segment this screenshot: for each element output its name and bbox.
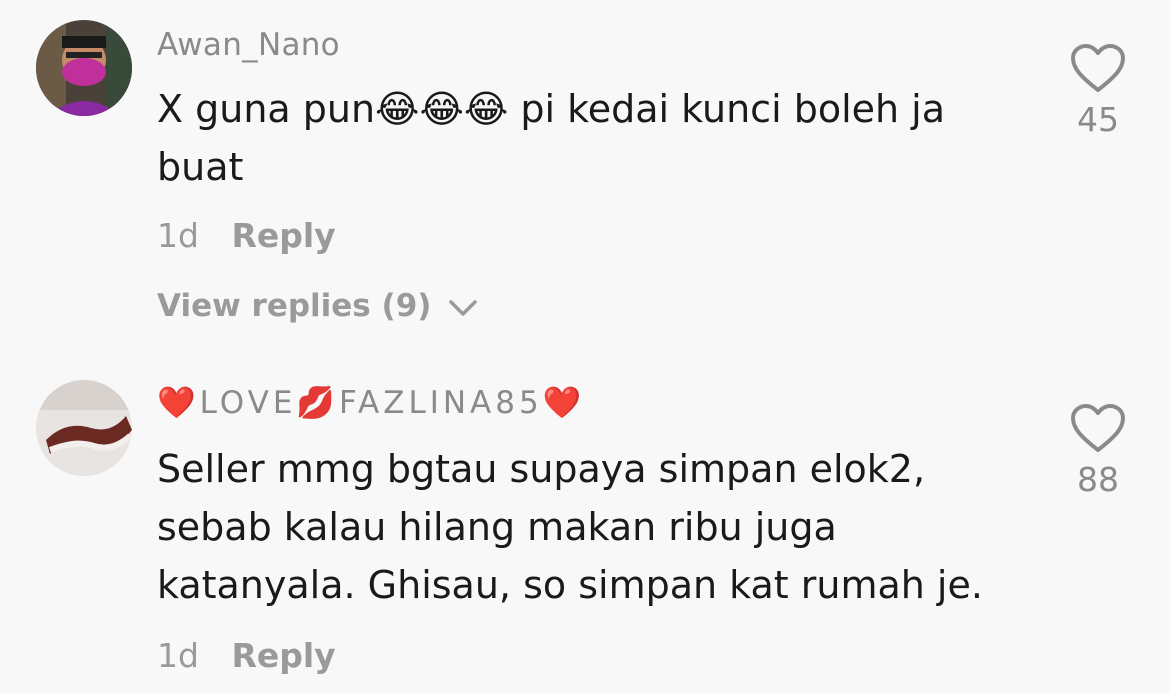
heart-outline-icon [1062, 404, 1134, 454]
comment-text: X guna pun😂😂😂 pi kedai kunci boleh ja bu… [157, 87, 946, 189]
avatar[interactable] [36, 20, 132, 116]
like-count: 88 [1077, 460, 1119, 499]
timestamp: 1d [157, 636, 199, 675]
comment-item: Awan_Nano X guna pun😂😂😂 pi kedai kunci b… [0, 0, 1170, 350]
avatar[interactable] [36, 380, 132, 476]
timestamp: 1d [157, 216, 199, 255]
comment-item: ❤️LOVE💋FAZLINA85❤️ Seller mmg bgtau supa… [0, 370, 1170, 694]
username[interactable]: ❤️LOVE💋FAZLINA85❤️ [157, 384, 585, 421]
chevron-down-icon [448, 290, 478, 326]
comments-list: Awan_Nano X guna pun😂😂😂 pi kedai kunci b… [0, 0, 1170, 694]
like-button[interactable]: 45 [1062, 44, 1134, 139]
username[interactable]: Awan_Nano [157, 27, 340, 63]
reply-button[interactable]: Reply [231, 636, 335, 675]
like-count: 45 [1077, 100, 1119, 139]
view-replies-button[interactable]: View replies (9) [157, 288, 478, 326]
reply-button[interactable]: Reply [231, 216, 335, 255]
like-button[interactable]: 88 [1062, 404, 1134, 499]
comment-meta: 1d Reply [157, 216, 336, 255]
comment-text: Seller mmg bgtau supaya simpan elok2, se… [157, 447, 983, 607]
view-replies-label: View replies (9) [157, 288, 432, 324]
comment-meta: 1d Reply [157, 636, 336, 675]
heart-outline-icon [1062, 44, 1134, 94]
